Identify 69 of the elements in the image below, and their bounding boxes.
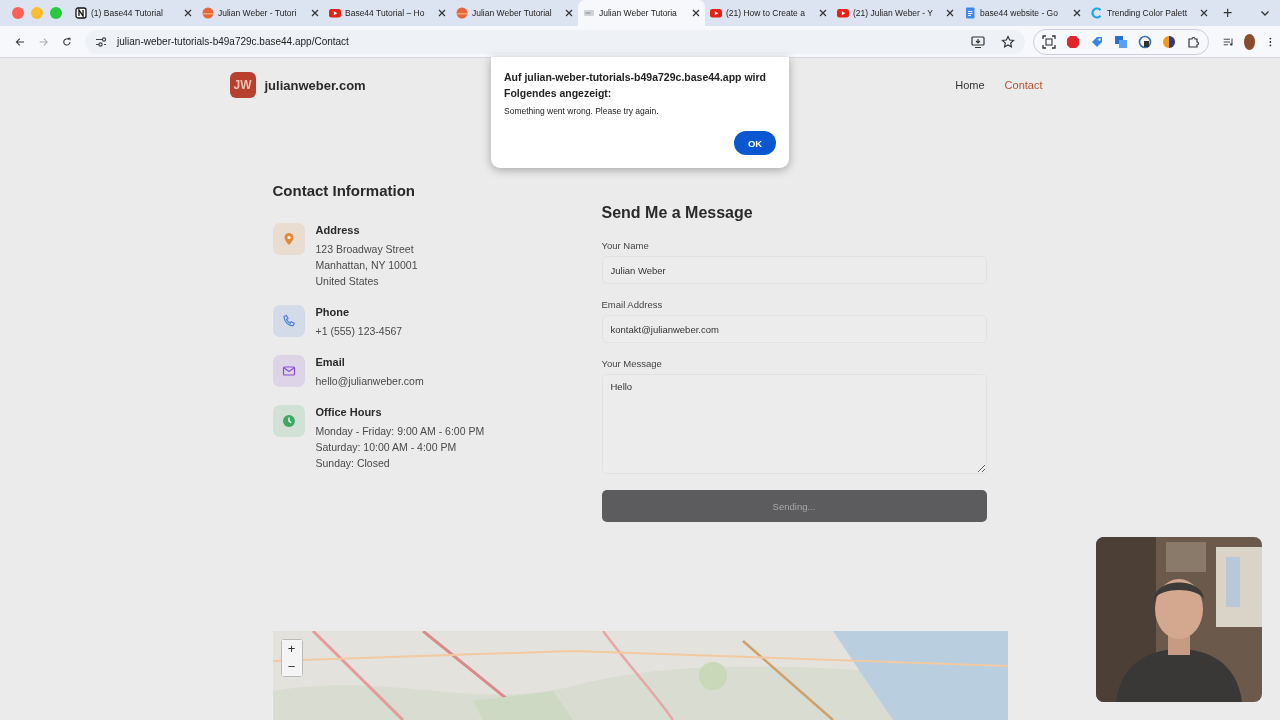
notebook-icon (75, 7, 87, 19)
half-circle-icon[interactable] (1162, 34, 1177, 49)
contact-label: Phone (315, 305, 351, 319)
contact-label: Office Hours (315, 405, 383, 419)
close-icon[interactable] (819, 9, 827, 17)
dialog-message: Something went wrong. Please try again. (504, 106, 660, 116)
field-label: Your Name (601, 240, 650, 251)
input-field[interactable]: kontakt@julianweber.com (601, 315, 987, 343)
browser-tab[interactable]: Base44 Tutorial – Ho (324, 0, 451, 26)
ring-icon (1091, 7, 1103, 19)
ok-button[interactable]: OK (734, 131, 776, 155)
zoom-in-button[interactable]: + (281, 640, 302, 658)
lock-circle-icon[interactable] (1138, 34, 1153, 49)
new-tab-button[interactable]: + (1213, 5, 1243, 21)
screenshot-icon[interactable] (1042, 34, 1057, 49)
contact-detail: Sunday: Closed (315, 456, 391, 471)
address-bar[interactable]: julian-weber-tutorials-b49a729c.base44.app/Contact (85, 29, 1026, 54)
close-icon[interactable] (1073, 9, 1081, 17)
contact-detail: 123 Broadway Street (315, 242, 415, 257)
tag-icon[interactable] (1090, 34, 1105, 49)
star-icon[interactable] (1001, 34, 1016, 49)
contact-detail: hello@julianweber.com (315, 374, 424, 389)
close-icon[interactable] (1200, 9, 1208, 17)
browser-tab[interactable]: base44 website - Go (959, 0, 1086, 26)
nav-link[interactable]: Home (955, 79, 985, 91)
page-icon (583, 7, 595, 19)
profile-avatar[interactable] (1244, 33, 1256, 50)
zoom-out-button[interactable]: − (281, 658, 302, 676)
contact-detail: Manhattan, NY 10001 (315, 258, 418, 273)
section-title: Contact Information (272, 182, 416, 199)
chevron-down-icon[interactable] (1260, 8, 1270, 18)
install-icon[interactable] (971, 34, 986, 49)
browser-tab[interactable]: Julian Weber - Tutori (197, 0, 324, 26)
dialog-title: Auf julian-weber-tutorials-b49a729c.base44.app wird Folgendes angezeigt: (504, 70, 767, 101)
contact-label: Email (315, 355, 346, 369)
input-field[interactable]: Julian Weber (601, 256, 987, 284)
site-settings-icon[interactable] (95, 35, 108, 48)
contact-label: Address (315, 223, 361, 237)
striped-circle-icon (456, 7, 468, 19)
close-icon[interactable] (311, 9, 319, 17)
stop-sign-icon[interactable] (1066, 34, 1081, 49)
close-icon[interactable] (946, 9, 954, 17)
site-name[interactable]: julianweber.com (264, 77, 366, 93)
message-field[interactable]: Hello (601, 374, 987, 474)
document-icon (964, 7, 976, 19)
contact-detail: Saturday: 10:00 AM - 4:00 PM (315, 440, 458, 455)
browser-tab[interactable]: (1) Base44 Tutorial (70, 0, 197, 26)
browser-tab[interactable]: Julian Weber Tutorial (451, 0, 578, 26)
field-label: Email Address (601, 299, 664, 310)
close-icon[interactable] (184, 9, 192, 17)
contact-detail: +1 (555) 123-4567 (315, 324, 403, 339)
browser-tab[interactable]: Trending Color Palett (1086, 0, 1213, 26)
browser-tab[interactable]: (21) How to Create a (705, 0, 832, 26)
close-icon[interactable] (692, 9, 700, 17)
extensions-icon[interactable] (1186, 34, 1201, 49)
contact-detail: United States (315, 274, 380, 289)
translate-icon[interactable] (1114, 34, 1129, 49)
field-label: Your Message (601, 358, 663, 369)
nav-link[interactable]: Contact (1004, 79, 1043, 91)
form-title: Send Me a Message (601, 204, 754, 222)
browser-tab[interactable]: Julian Weber Tutoria (578, 0, 705, 26)
play-icon (837, 7, 849, 19)
striped-circle-icon (202, 7, 214, 19)
contact-detail: Monday - Friday: 9:00 AM - 6:00 PM (315, 424, 485, 439)
close-icon[interactable] (565, 9, 573, 17)
play-icon (710, 7, 722, 19)
play-icon (329, 7, 341, 19)
close-icon[interactable] (438, 9, 446, 17)
browser-tab[interactable]: (21) Julian Weber - Y (832, 0, 959, 26)
